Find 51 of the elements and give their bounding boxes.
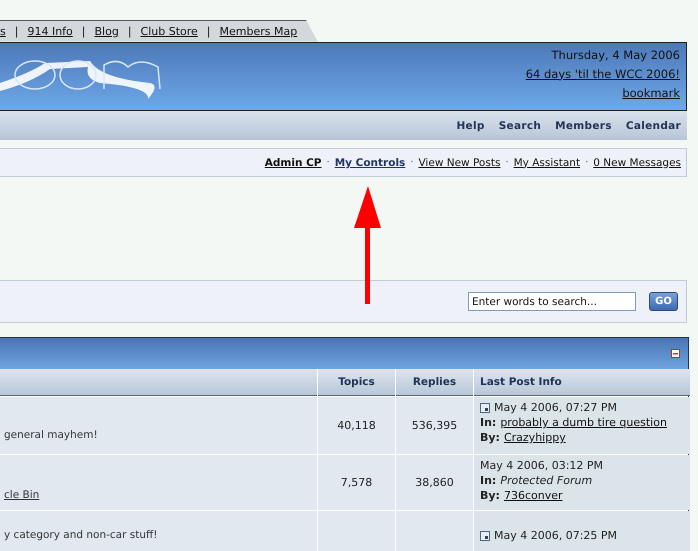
by-label: By:: [480, 431, 500, 444]
in-label: In:: [480, 474, 496, 487]
subforum-link[interactable]: cle Bin: [0, 489, 317, 501]
nav-link[interactable]: Members: [555, 120, 612, 132]
separator-dot: ·: [505, 157, 509, 168]
date-text: Thursday, 4 May 2006: [552, 48, 680, 62]
topics-count: 40,118: [337, 419, 376, 432]
separator-text: |: [128, 24, 132, 38]
last-post-date: May 4 2006, 03:12 PM: [480, 459, 604, 472]
top-link[interactable]: Club Store: [140, 24, 198, 38]
user-link[interactable]: Admin CP: [264, 156, 322, 169]
nav-link[interactable]: Help: [456, 120, 485, 132]
separator-dot: ·: [410, 157, 414, 168]
countdown-link[interactable]: 64 days 'til the WCC 2006!: [526, 66, 680, 81]
go-button[interactable]: GO: [649, 292, 678, 312]
nav-link[interactable]: Calendar: [626, 120, 681, 132]
user-link[interactable]: My Assistant: [514, 156, 580, 169]
separator-dot: ·: [585, 157, 588, 168]
top-link[interactable]: s: [0, 24, 6, 38]
nav-link[interactable]: Search: [498, 120, 542, 132]
search-field[interactable]: Enter words to search...: [468, 292, 636, 312]
bookmark-link[interactable]: bookmark: [622, 86, 680, 100]
column-header: Topics: [318, 369, 395, 396]
protected-forum-text: Protected Forum: [500, 474, 592, 487]
topic-link[interactable]: probably a dumb tire question: [500, 416, 667, 429]
forum-description: y category and non-car stuff!: [3, 529, 158, 541]
column-header: Last Post Info: [474, 369, 690, 396]
new-post-icon[interactable]: [480, 402, 490, 412]
replies-count: 38,860: [415, 476, 454, 489]
by-label: By:: [480, 489, 500, 502]
separator-dot: ·: [326, 157, 330, 168]
top-link[interactable]: 914 Info: [27, 24, 73, 38]
top-link[interactable]: Members Map: [220, 24, 298, 38]
user-link[interactable]: My Controls: [334, 156, 406, 169]
user-link[interactable]: View New Posts: [418, 156, 500, 169]
new-post-icon[interactable]: [480, 530, 490, 540]
separator-text: |: [206, 24, 211, 38]
user-link[interactable]: 0 New Messages: [593, 156, 681, 169]
forum-description: general mayhem!: [3, 429, 99, 441]
top-link[interactable]: Blog: [94, 24, 119, 38]
replies-count: 536,395: [412, 419, 458, 432]
author-link[interactable]: Crazyhippy: [504, 431, 566, 444]
collapse-icon[interactable]: [671, 349, 680, 358]
author-link[interactable]: 736conver: [504, 489, 563, 502]
last-post-date: May 4 2006, 07:25 PM: [494, 529, 618, 542]
separator-text: |: [14, 24, 18, 38]
in-label: In:: [480, 416, 496, 429]
column-header: Replies: [396, 369, 473, 396]
last-post-date: May 4 2006, 07:27 PM: [494, 401, 618, 414]
separator-text: |: [82, 24, 86, 38]
topics-count: 7,578: [340, 476, 372, 489]
